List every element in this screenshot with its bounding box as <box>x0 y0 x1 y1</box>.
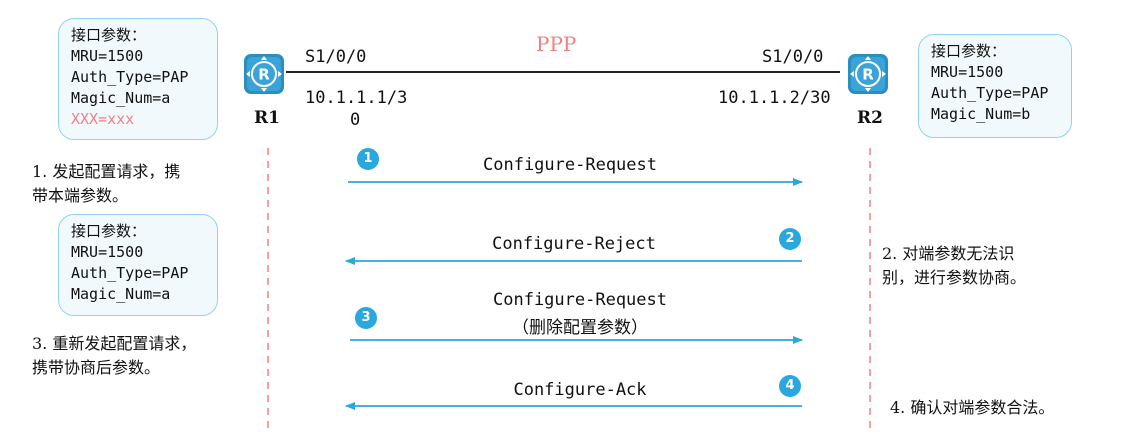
r1-label: R1 <box>254 108 280 128</box>
param-line: Magic_Num=a <box>71 89 171 107</box>
param-line: Magic_Num=b <box>931 105 1031 123</box>
r2-ip: 10.1.1.2/30 <box>718 88 831 108</box>
step3-note: 3. 重新发起配置请求， 携带协商后参数。 <box>32 332 196 380</box>
param-line: Auth_Type=PAP <box>71 264 189 282</box>
r1-router-icon: R <box>242 52 286 96</box>
r2-router-icon: R <box>846 52 890 96</box>
param-line: 接口参数： <box>931 42 1007 60</box>
step-badge-1: 1 <box>357 148 379 170</box>
step4-note: 4. 确认对端参数合法。 <box>890 396 1054 420</box>
note-line: 1. 发起配置请求，携 <box>32 162 181 181</box>
message-sublabel-3: （删除配置参数） <box>512 318 648 338</box>
param-line: MRU=1500 <box>931 63 1004 81</box>
param-line: Magic_Num=a <box>71 285 171 303</box>
param-line: Auth_Type=PAP <box>71 68 189 86</box>
message-label-3: Configure-Request <box>493 290 667 310</box>
r2-params-box: 接口参数： MRU=1500 Auth_Type=PAP Magic_Num=b <box>918 34 1072 138</box>
note-line: 3. 重新发起配置请求， <box>32 334 197 353</box>
note-line: 带本端参数。 <box>32 186 129 205</box>
step-badge-3: 3 <box>355 307 377 329</box>
message-label-2: Configure-Reject <box>492 234 656 254</box>
param-line-unrecognized: XXX=xxx <box>71 110 135 128</box>
note-line: 携带协商后参数。 <box>32 358 161 377</box>
protocol-label: PPP <box>536 32 577 56</box>
svg-text:R: R <box>862 66 874 84</box>
message-label-4: Configure-Ack <box>513 380 647 400</box>
note-line: 2. 对端参数无法识 <box>882 244 1015 263</box>
r1-ip-line2: 0 <box>350 110 361 130</box>
param-line: 接口参数： <box>71 26 147 44</box>
r2-label: R2 <box>857 108 883 128</box>
note-line: 别，进行参数协商。 <box>882 268 1027 287</box>
r2-interface: S1/0/0 <box>762 47 824 67</box>
param-line: MRU=1500 <box>71 243 144 261</box>
step-badge-2: 2 <box>779 228 801 250</box>
step-badge-4: 4 <box>779 375 801 397</box>
step1-note: 1. 发起配置请求，携 带本端参数。 <box>32 160 180 208</box>
message-label-1: Configure-Request <box>483 155 657 175</box>
svg-text:R: R <box>258 66 270 84</box>
r1-revised-params-box: 接口参数： MRU=1500 Auth_Type=PAP Magic_Num=a <box>58 214 218 316</box>
step2-note: 2. 对端参数无法识 别，进行参数协商。 <box>882 242 1026 290</box>
r1-ip-line1: 10.1.1.1/3 <box>305 88 408 108</box>
param-line: Auth_Type=PAP <box>931 84 1049 102</box>
param-line: MRU=1500 <box>71 47 144 65</box>
param-line: 接口参数： <box>71 222 147 240</box>
note-line: 4. 确认对端参数合法。 <box>890 398 1055 417</box>
r1-interface: S1/0/0 <box>305 47 367 67</box>
r1-initial-params-box: 接口参数： MRU=1500 Auth_Type=PAP Magic_Num=a… <box>58 18 218 140</box>
